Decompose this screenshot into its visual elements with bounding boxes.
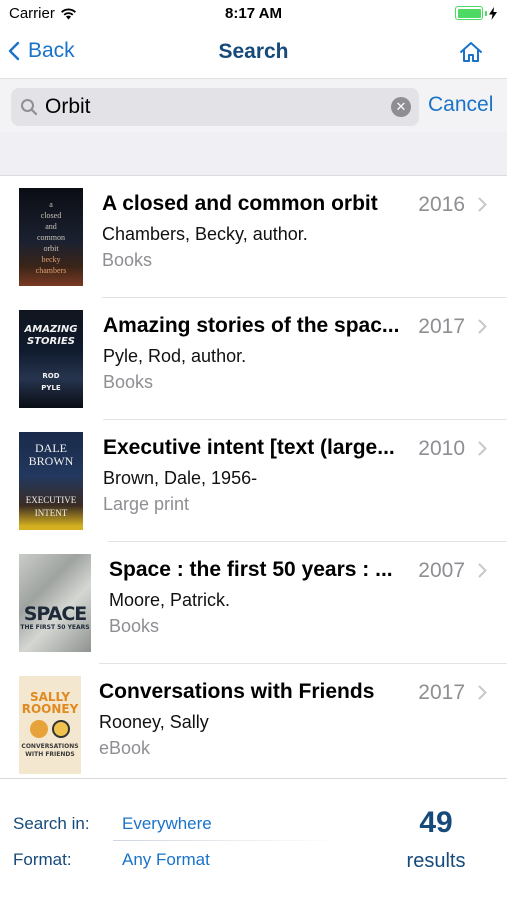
navigation-bar: Back Search	[0, 28, 507, 78]
search-input[interactable]	[45, 92, 385, 122]
status-time: 8:17 AM	[225, 5, 282, 22]
chevron-right-icon	[478, 319, 487, 334]
result-format: Books	[102, 250, 153, 270]
chevron-right-icon	[478, 563, 487, 578]
result-year: 2017	[418, 681, 465, 704]
result-author: Rooney, Sally	[99, 712, 209, 732]
chevron-right-icon	[478, 197, 487, 212]
book-cover-image: SPACE THE FIRST 50 YEARS	[19, 554, 91, 652]
book-cover-image: a closed and common orbit becky chambers	[19, 188, 83, 286]
result-author: Moore, Patrick.	[109, 590, 231, 610]
face-illustration	[52, 720, 70, 738]
results-label: results	[406, 850, 466, 872]
format-label: Format:	[13, 850, 72, 869]
result-year: 2010	[418, 437, 465, 460]
result-format: Books	[109, 616, 160, 636]
result-year: 2016	[418, 193, 465, 216]
result-title: Amazing stories of the spac...	[103, 314, 400, 337]
search-field[interactable]: ✕	[11, 88, 419, 126]
result-title: Executive intent [text (large...	[103, 436, 395, 459]
results-count: 49	[419, 806, 453, 839]
footer-divider	[113, 840, 338, 841]
format-selector[interactable]: Any Format	[122, 850, 210, 870]
search-in-label: Search in:	[13, 814, 90, 833]
face-illustration	[30, 720, 48, 738]
result-format: Large print	[103, 494, 190, 514]
status-bar: Carrier 8:17 AM	[0, 0, 507, 28]
result-title: Conversations with Friends	[99, 680, 375, 703]
result-row[interactable]: AMAZING STORIES ROD PYLE Amazing stories…	[0, 298, 507, 420]
cancel-button[interactable]: Cancel	[428, 93, 493, 117]
battery-icon	[455, 6, 497, 20]
charging-bolt-icon	[489, 6, 497, 20]
book-cover-image: DALE BROWN EXECUTIVE INTENT	[19, 432, 83, 530]
result-format: Books	[103, 372, 154, 392]
book-cover-image: AMAZING STORIES ROD PYLE	[19, 310, 83, 408]
chevron-right-icon	[478, 685, 487, 700]
result-title: A closed and common orbit	[102, 192, 378, 215]
book-cover-image: SALLY ROONEY CONVERSATIONS WITH FRIENDS	[19, 676, 81, 774]
result-title: Space : the first 50 years : ...	[109, 558, 393, 581]
result-row[interactable]: SPACE THE FIRST 50 YEARS Space : the fir…	[0, 542, 507, 664]
result-year: 2007	[418, 559, 465, 582]
clear-search-icon[interactable]: ✕	[391, 97, 411, 117]
section-separator	[0, 132, 507, 176]
chevron-right-icon	[478, 441, 487, 456]
result-year: 2017	[418, 315, 465, 338]
home-button[interactable]	[459, 41, 483, 68]
page-title: Search	[218, 40, 289, 63]
result-row[interactable]: SALLY ROONEY CONVERSATIONS WITH FRIENDS …	[0, 664, 507, 774]
results-list: a closed and common orbit becky chambers…	[0, 176, 507, 774]
result-author: Brown, Dale, 1956-	[103, 468, 258, 488]
home-icon	[460, 42, 482, 62]
search-options-footer: Search in: Everywhere Format: Any Format…	[0, 778, 507, 900]
result-row[interactable]: DALE BROWN EXECUTIVE INTENT Executive in…	[0, 420, 507, 542]
result-author: Pyle, Rod, author.	[103, 346, 247, 366]
result-format: eBook	[99, 738, 151, 758]
search-in-selector[interactable]: Everywhere	[122, 814, 212, 834]
search-bar: ✕ Cancel	[0, 78, 507, 132]
search-icon	[21, 99, 38, 116]
result-author: Chambers, Becky, author.	[102, 224, 308, 244]
result-row[interactable]: a closed and common orbit becky chambers…	[0, 176, 507, 298]
